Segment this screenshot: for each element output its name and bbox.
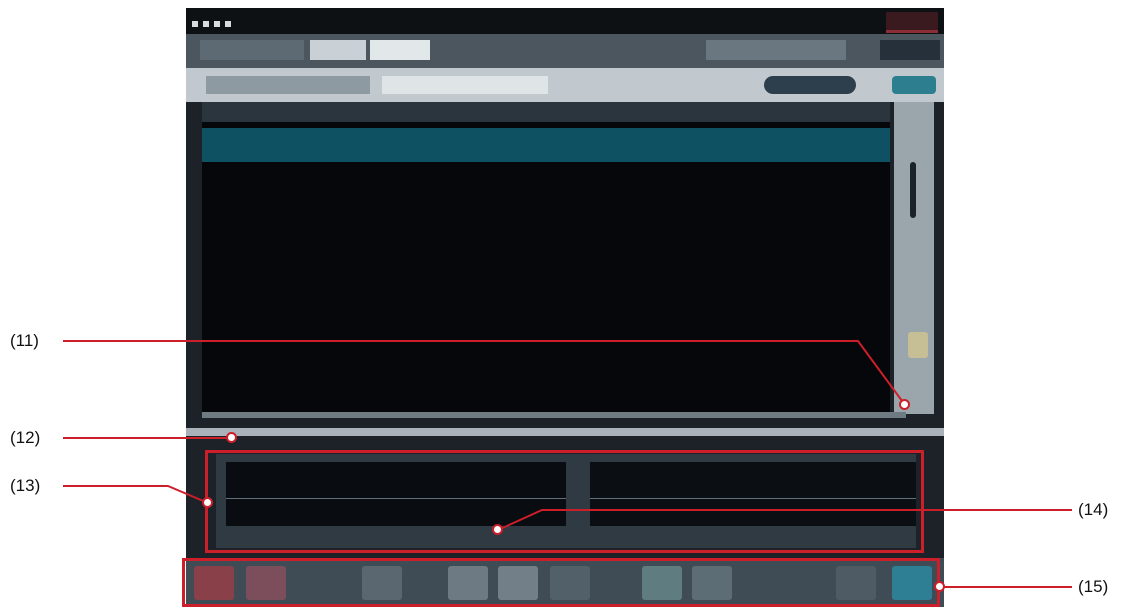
table-row[interactable] bbox=[202, 170, 890, 204]
callout-label-14: (14) bbox=[1078, 500, 1109, 519]
sub-bar-button-2[interactable] bbox=[892, 76, 936, 94]
list-scrollbar[interactable] bbox=[894, 102, 934, 414]
table-row[interactable] bbox=[202, 296, 890, 330]
sub-tab-1[interactable] bbox=[206, 76, 370, 94]
callout-label-12: (12) bbox=[10, 428, 41, 447]
window-controls bbox=[192, 14, 236, 32]
title-bar bbox=[186, 8, 944, 34]
tab-4[interactable] bbox=[706, 40, 846, 60]
table-row[interactable] bbox=[202, 254, 890, 288]
tab-bar bbox=[186, 34, 944, 68]
tab-2[interactable] bbox=[310, 40, 366, 60]
sub-tab-bar bbox=[186, 68, 944, 102]
callout-label-15: (15) bbox=[1078, 577, 1109, 596]
tab-5[interactable] bbox=[880, 40, 940, 60]
scroll-knob[interactable] bbox=[908, 332, 928, 358]
scroll-thumb[interactable] bbox=[910, 162, 916, 218]
list-bottom-border bbox=[202, 412, 906, 418]
callout-label-13: (13) bbox=[10, 476, 41, 495]
sub-tab-2[interactable] bbox=[382, 76, 548, 94]
table-row[interactable] bbox=[202, 212, 890, 246]
callout-box-15 bbox=[182, 558, 940, 607]
callout-box-13 bbox=[205, 450, 924, 553]
callout-marker-15 bbox=[934, 581, 945, 592]
callout-marker-11 bbox=[899, 399, 910, 410]
callout-label-11: (11) bbox=[10, 331, 39, 350]
callout-marker-13 bbox=[202, 497, 213, 508]
list-header bbox=[202, 102, 890, 122]
callout-marker-12 bbox=[226, 432, 237, 443]
tab-1[interactable] bbox=[200, 40, 304, 60]
tab-3[interactable] bbox=[370, 40, 430, 60]
table-row[interactable] bbox=[202, 128, 890, 162]
callout-marker-14 bbox=[492, 524, 503, 535]
status-indicator bbox=[886, 12, 938, 33]
sub-bar-button[interactable] bbox=[764, 76, 856, 94]
list-panel bbox=[202, 102, 890, 412]
panel-splitter[interactable] bbox=[186, 428, 944, 436]
